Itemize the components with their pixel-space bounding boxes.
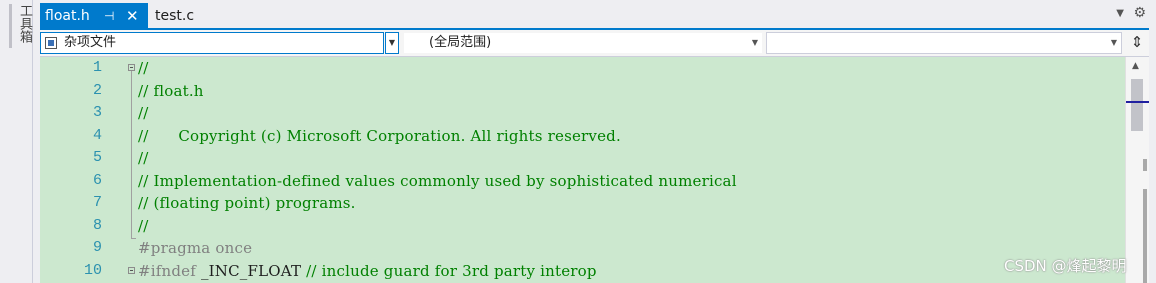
pin-icon[interactable]: ⊣ xyxy=(104,3,114,29)
line-number: 4 xyxy=(92,126,102,144)
code-text: // xyxy=(138,59,149,77)
code-line: 10 #ifndef _INC_FLOAT // include guard f… xyxy=(40,260,1125,283)
vertical-scrollbar[interactable]: ▲ xyxy=(1125,57,1150,283)
gear-icon[interactable]: ⚙ xyxy=(1133,5,1146,21)
preprocessor-keyword: #ifndef xyxy=(138,261,197,280)
line-number: 3 xyxy=(92,104,102,121)
code-line: 9 #pragma once xyxy=(40,237,1125,260)
line-number: 9 xyxy=(92,239,102,256)
watermark: CSDN @烽起黎明 xyxy=(1004,257,1127,275)
collapse-icon[interactable] xyxy=(128,64,135,71)
tab-test-c[interactable]: test.c xyxy=(153,3,196,29)
scope-dropdown-label: (全局范围) xyxy=(429,35,492,50)
document-tab-bar: float.h ⊣ ✕ test.c ▼ ⚙ xyxy=(40,0,1156,29)
code-text: // xyxy=(138,104,149,122)
code-text: // (floating point) programs. xyxy=(138,194,356,212)
chevron-down-icon: ▼ xyxy=(751,38,758,47)
collapse-icon[interactable] xyxy=(128,266,135,274)
code-text: // float.h xyxy=(138,81,204,100)
code-text: // xyxy=(138,149,149,167)
code-line: 7 // (floating point) programs. xyxy=(40,192,1125,215)
toolbox-strip: 工具箱 xyxy=(0,0,33,283)
code-line: 4 // Copyright (c) Microsoft Corporation… xyxy=(40,125,1125,148)
scroll-change-marker xyxy=(1143,159,1147,171)
line-number: 7 xyxy=(92,194,102,211)
code-line: 3 // xyxy=(40,102,1125,125)
line-number: 10 xyxy=(83,261,102,279)
scroll-change-marker xyxy=(1143,189,1147,283)
scope-dropdown[interactable]: (全局范围) ▼ xyxy=(403,32,763,54)
line-number: 5 xyxy=(92,149,102,166)
code-line: 5 // xyxy=(40,147,1125,170)
code-line: 2 // float.h xyxy=(40,80,1125,103)
code-text: // Copyright (c) Microsoft Corporation. … xyxy=(138,126,621,145)
tab-float-h[interactable]: float.h ⊣ ✕ xyxy=(40,3,148,29)
line-number: 1 xyxy=(92,59,102,76)
line-number: 8 xyxy=(92,216,102,234)
code-editor[interactable]: 1 // 2 // float.h 3 // 4 // Copyright (c… xyxy=(40,57,1125,283)
chevron-down-icon: ▼ xyxy=(1110,38,1117,47)
macro-name: _INC_FLOAT xyxy=(196,261,307,280)
code-text: #ifndef _INC_FLOAT // include guard for … xyxy=(138,260,597,283)
file-icon xyxy=(45,37,57,49)
navigation-bar: 杂项文件 ▼ (全局范围) ▼ ▼ ⇕ xyxy=(40,30,1149,57)
code-line: 6 // Implementation-defined values commo… xyxy=(40,170,1125,193)
close-icon[interactable]: ✕ xyxy=(126,3,139,29)
window-edge xyxy=(1149,29,1156,283)
scroll-thumb[interactable] xyxy=(1131,79,1143,131)
code-line: 1 // xyxy=(40,57,1125,80)
scroll-up-icon[interactable]: ▲ xyxy=(1132,61,1139,71)
toolbox-tab[interactable]: 工具箱 xyxy=(9,4,32,48)
code-line: 8 // xyxy=(40,215,1125,238)
project-dropdown-arrow-icon[interactable]: ▼ xyxy=(385,32,399,54)
tab-list-dropdown-icon[interactable]: ▼ xyxy=(1116,8,1124,19)
line-number: 6 xyxy=(92,171,102,189)
code-text: // xyxy=(138,216,149,235)
tab-label: float.h xyxy=(45,8,90,24)
code-text: #pragma once xyxy=(138,239,253,257)
inline-comment: // include guard for 3rd party interop xyxy=(306,261,597,280)
line-number: 2 xyxy=(92,81,102,99)
code-text: // Implementation-defined values commonl… xyxy=(138,171,737,190)
project-dropdown-label: 杂项文件 xyxy=(64,35,117,50)
project-dropdown[interactable]: 杂项文件 xyxy=(40,32,384,54)
split-window-icon[interactable]: ⇕ xyxy=(1127,32,1147,54)
member-dropdown[interactable]: ▼ xyxy=(766,32,1122,54)
caret-position-marker xyxy=(1126,101,1150,103)
